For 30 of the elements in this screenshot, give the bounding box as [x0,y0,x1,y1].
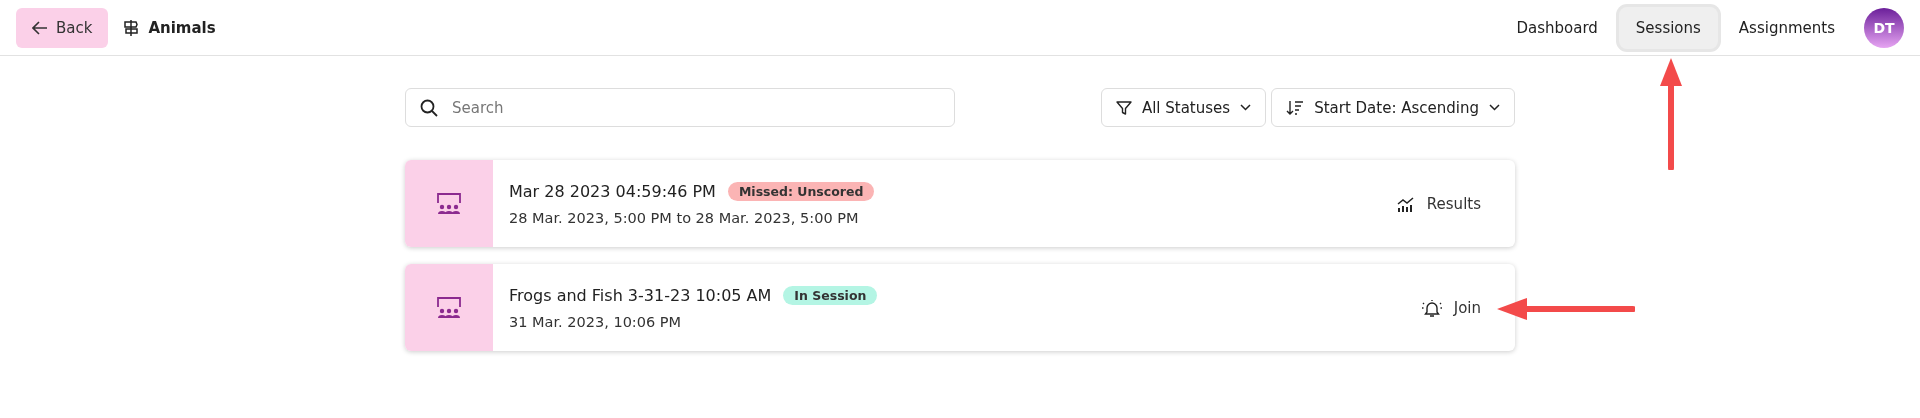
session-title: Frogs and Fish 3-31-23 10:05 AM [509,285,772,305]
status-filter-dropdown[interactable]: All Statuses [1100,88,1267,127]
status-badge: Missed: Unscored [727,181,875,201]
session-card[interactable]: Frogs and Fish 3-31-23 10:05 AM In Session 31 Mar. 2023, 10:06 PM Join [405,264,1515,351]
session-dates: 28 Mar. 2023, 5:00 PM to 28 Mar. 2023, 5:00 PM [509,209,860,226]
status-badge: In Session [783,285,878,305]
sort-icon [1286,99,1305,116]
chart-icon [1396,195,1415,212]
classroom-icon [436,296,462,319]
signpost-icon [124,19,139,36]
nav-tab[interactable]: Assignments [1721,6,1852,49]
classroom-icon [436,192,462,215]
nav-tab[interactable]: Sessions [1618,6,1718,49]
join-button[interactable]: Join [1415,297,1487,318]
chevron-down-icon [1489,104,1500,111]
results-button[interactable]: Results [1390,193,1487,214]
back-button[interactable]: Back [16,7,109,48]
search-field[interactable]: Search [405,88,955,127]
sort-dropdown[interactable]: Start Date: Ascending [1271,88,1515,127]
chevron-down-icon [1240,104,1252,111]
user-avatar[interactable]: DT [1864,7,1904,48]
session-title: Mar 28 2023 04:59:46 PM [509,181,716,201]
session-card[interactable]: Mar 28 2023 04:59:46 PM Missed: Unscored 28 Mar. 2023, 5:00 PM to 28 Mar. 2023, 5:00 PM Results [405,160,1515,247]
filter-icon [1115,99,1132,116]
session-dates: 31 Mar. 2023, 10:06 PM [509,313,683,330]
search-icon [420,99,438,117]
arrow-left-icon [32,20,48,35]
course-title: Animals [148,18,216,37]
nav-tab[interactable]: Dashboard [1499,6,1615,49]
bell-icon [1421,298,1442,317]
